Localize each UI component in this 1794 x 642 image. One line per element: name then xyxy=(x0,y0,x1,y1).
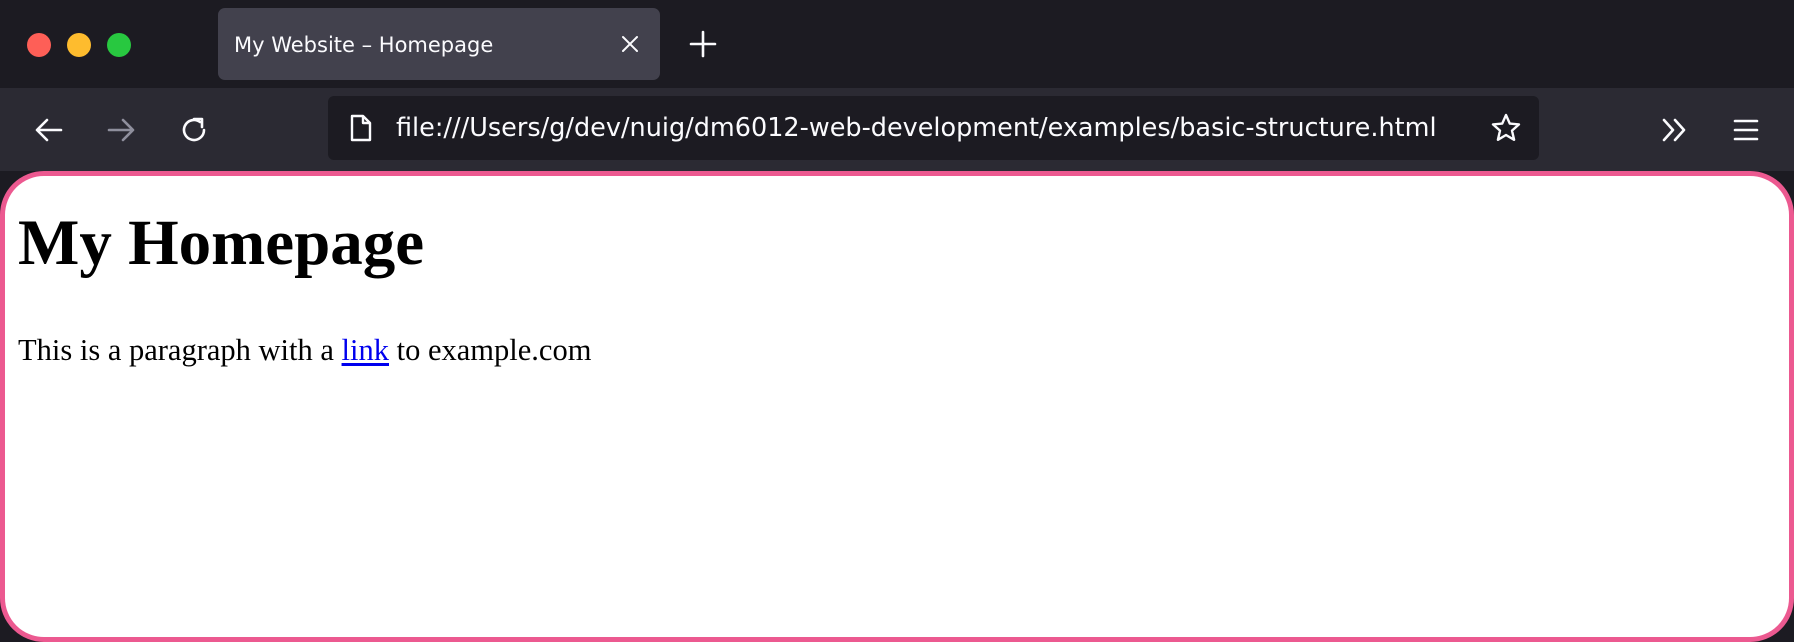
window-close-button[interactable] xyxy=(27,33,51,57)
new-tab-plus-icon[interactable] xyxy=(686,27,720,61)
paragraph-text-after: to example.com xyxy=(389,333,592,367)
forward-arrow-icon[interactable] xyxy=(99,108,143,152)
url-bar[interactable]: file:///Users/g/dev/nuig/dm6012-web-deve… xyxy=(328,96,1539,160)
navigation-toolbar: file:///Users/g/dev/nuig/dm6012-web-deve… xyxy=(0,88,1794,171)
back-arrow-icon[interactable] xyxy=(27,108,71,152)
paragraph-text-before: This is a paragraph with a xyxy=(18,333,342,367)
page-icon xyxy=(346,113,376,143)
overflow-chevrons-icon[interactable] xyxy=(1652,108,1696,152)
tab-active[interactable]: My Website – Homepage xyxy=(218,8,660,80)
bookmark-star-icon[interactable] xyxy=(1489,111,1523,145)
hamburger-menu-icon[interactable] xyxy=(1724,108,1768,152)
url-text[interactable]: file:///Users/g/dev/nuig/dm6012-web-deve… xyxy=(396,96,1437,160)
page-content: My Homepage This is a paragraph with a l… xyxy=(0,171,1794,642)
window-zoom-button[interactable] xyxy=(107,33,131,57)
tab-strip: My Website – Homepage xyxy=(0,0,1794,88)
example-link[interactable]: link xyxy=(342,333,389,367)
page-heading: My Homepage xyxy=(18,207,425,279)
tab-title: My Website – Homepage xyxy=(234,33,494,57)
browser-window: My Website – Homepage file:///Users/g/de… xyxy=(0,0,1794,642)
reload-icon[interactable] xyxy=(172,108,216,152)
tab-close-icon[interactable] xyxy=(616,30,644,58)
window-minimize-button[interactable] xyxy=(67,33,91,57)
page-paragraph: This is a paragraph with a link to examp… xyxy=(18,335,591,366)
